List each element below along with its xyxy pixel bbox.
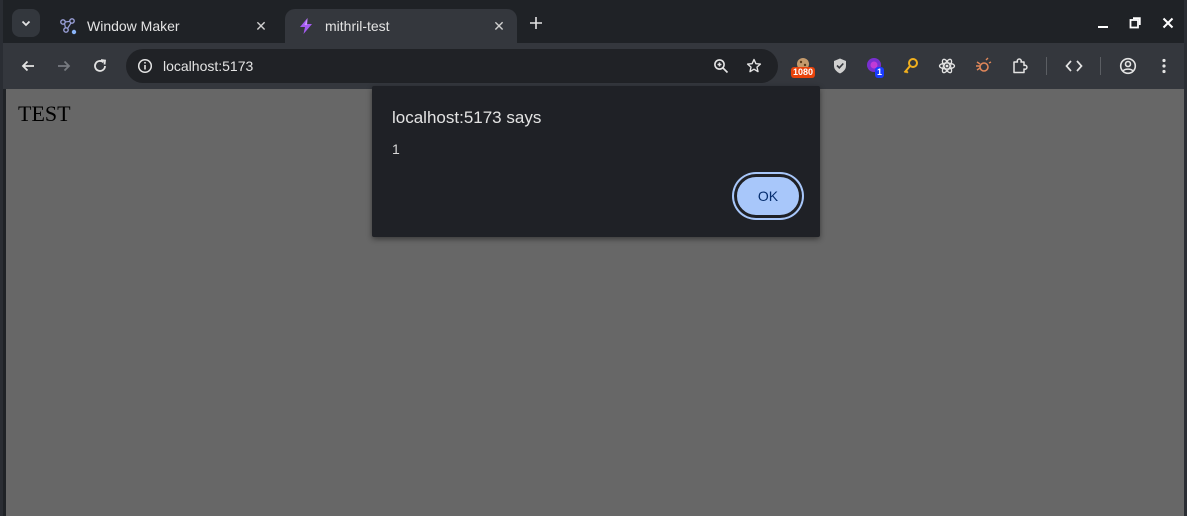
chevron-down-icon	[21, 20, 31, 27]
tab-title: mithril-test	[325, 18, 390, 34]
zoom-button[interactable]	[709, 54, 733, 78]
profile-icon	[1119, 57, 1137, 75]
bookmark-button[interactable]	[742, 54, 766, 78]
cookie-extension-button[interactable]: 1080	[789, 52, 817, 80]
shield-extension-button[interactable]	[826, 52, 854, 80]
page-heading: TEST	[18, 101, 71, 126]
extension-badge: 1080	[791, 67, 816, 78]
back-button[interactable]	[14, 52, 42, 80]
purple-extension-button[interactable]: 1	[861, 52, 889, 80]
arrow-right-icon	[58, 60, 71, 72]
tab-mithril-test[interactable]: mithril-test ✕	[285, 9, 517, 43]
extensions-menu-button[interactable]	[1006, 52, 1034, 80]
url-text: localhost:5173	[163, 58, 254, 74]
reload-icon	[94, 59, 107, 72]
toolbar-separator	[1100, 57, 1101, 75]
dialog-title: localhost:5173 says	[392, 108, 542, 127]
arrow-left-icon	[21, 60, 34, 72]
key-extension-icon	[903, 58, 918, 74]
site-info-button[interactable]	[133, 54, 157, 78]
shield-extension-icon	[834, 58, 846, 74]
profile-button[interactable]	[1114, 52, 1142, 80]
puzzle-extensions-icon	[1013, 58, 1028, 74]
address-bar[interactable]: localhost:5173	[126, 49, 778, 83]
alert-dialog: localhost:5173 says 1 OK	[372, 86, 820, 237]
bug-extension-button[interactable]	[969, 52, 997, 80]
forward-button[interactable]	[50, 52, 78, 80]
info-icon	[137, 58, 153, 74]
key-extension-button[interactable]	[897, 52, 925, 80]
extension-badge: 1	[875, 67, 885, 78]
ok-button[interactable]: OK	[736, 176, 800, 216]
close-icon	[1162, 17, 1174, 29]
browser-menu-button[interactable]	[1150, 52, 1178, 80]
reload-button[interactable]	[86, 52, 114, 80]
react-flow-icon	[59, 17, 77, 35]
zoom-icon	[714, 59, 729, 74]
dialog-message: 1	[392, 141, 400, 157]
react-devtools-icon	[938, 58, 956, 74]
new-tab-button[interactable]	[523, 9, 549, 37]
tab-window-maker[interactable]: Window Maker ✕	[47, 9, 279, 43]
plus-icon	[530, 17, 542, 29]
devtools-button[interactable]	[1060, 52, 1088, 80]
toolbar-separator	[1046, 57, 1047, 75]
close-tab-button[interactable]: ✕	[247, 12, 275, 40]
tab-title: Window Maker	[87, 18, 180, 34]
code-icon	[1065, 60, 1083, 72]
restore-icon	[1129, 17, 1141, 29]
maximize-button[interactable]	[1120, 9, 1150, 37]
tab-search-button[interactable]	[12, 9, 40, 37]
close-window-button[interactable]	[1153, 9, 1183, 37]
more-vertical-icon	[1162, 58, 1166, 74]
minimize-icon	[1098, 26, 1108, 28]
browser-toolbar: localhost:5173 1080 1	[3, 43, 1184, 89]
browser-window: Window Maker ✕ mithril-test ✕ localhost:…	[0, 0, 1187, 516]
close-tab-button[interactable]: ✕	[485, 12, 513, 40]
minimize-button[interactable]	[1088, 9, 1118, 37]
vite-lightning-icon	[297, 17, 315, 35]
bug-extension-icon	[976, 57, 992, 72]
tab-strip: Window Maker ✕ mithril-test ✕	[3, 0, 1184, 43]
star-icon	[746, 58, 762, 73]
react-devtools-button[interactable]	[933, 52, 961, 80]
